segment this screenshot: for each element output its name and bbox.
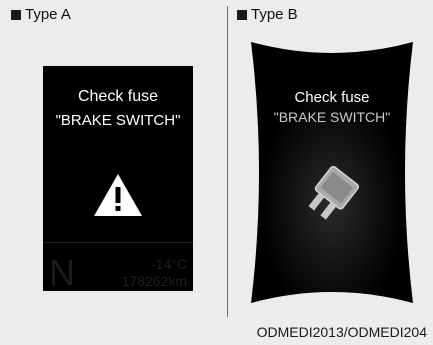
type-a-label: Type A (11, 6, 71, 23)
type-a-message-line2: "BRAKE SWITCH" (55, 112, 181, 129)
fuse-icon (303, 165, 361, 228)
type-b-label-text: Type B (251, 6, 298, 23)
panel-divider (227, 6, 228, 317)
warning-triangle-icon (92, 172, 144, 223)
type-a-message-line1: Check fuse (77, 88, 159, 105)
gear-indicator: N (49, 252, 75, 293)
type-b-cluster-display: Check fuse "BRAKE SWITCH" (247, 38, 417, 307)
outside-temperature: -14°C (151, 256, 187, 272)
odometer: 178262km (121, 273, 187, 289)
type-b-message-line1: Check fuse (294, 89, 370, 106)
type-b-label: Type B (237, 6, 298, 23)
type-a-cluster-display: Check fuse "BRAKE SWITCH" N -14°C 178262… (43, 66, 193, 291)
square-bullet-icon (11, 9, 21, 20)
type-a-label-text: Type A (25, 6, 71, 23)
type-b-message-line2: "BRAKE SWITCH" (273, 109, 391, 125)
figure-caption: ODMEDI2013/ODMEDI204 (256, 324, 427, 340)
square-bullet-icon (237, 9, 247, 20)
